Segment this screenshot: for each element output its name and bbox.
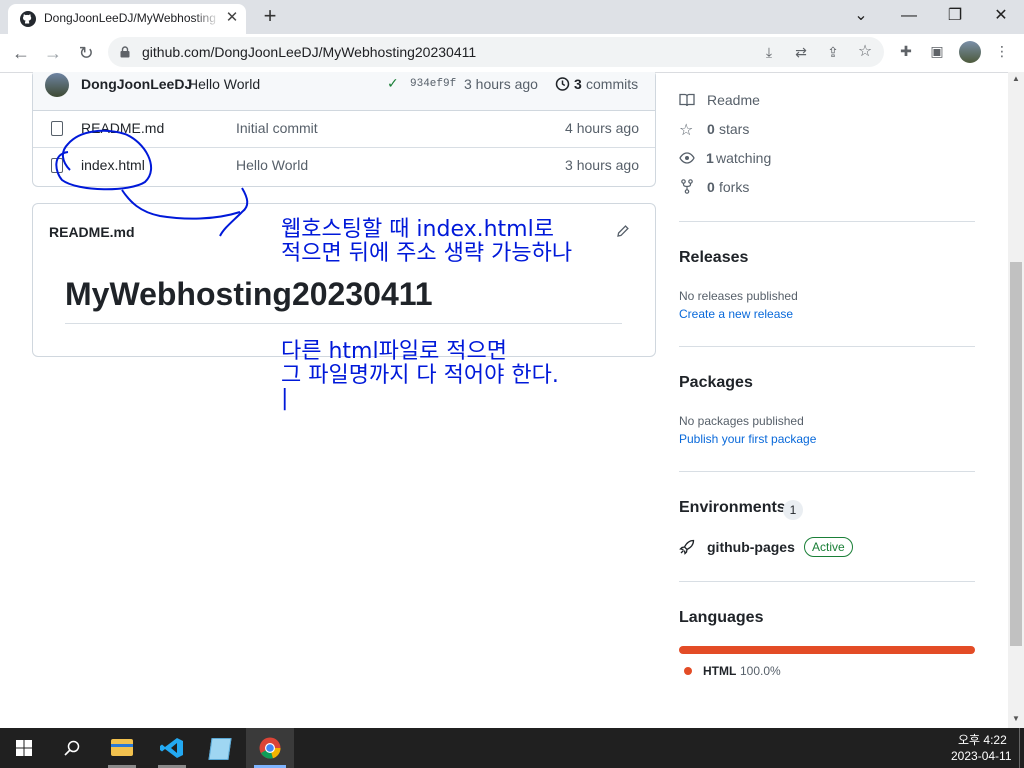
stars-count[interactable]: 0 <box>707 121 715 137</box>
sidebar-divider <box>679 581 975 582</box>
tab-search-icon[interactable]: ⌄ <box>838 2 884 30</box>
notepad-taskbar-icon[interactable] <box>196 728 244 768</box>
language-name[interactable]: HTML <box>703 664 736 678</box>
annotation-line: 그 파일명까지 다 적어야 한다. <box>281 363 559 388</box>
annotation-line: 적으면 뒤에 주소 생략 가능하나 <box>281 241 573 266</box>
language-percent: 100.0% <box>740 664 781 678</box>
file-explorer-taskbar-icon[interactable] <box>98 728 146 768</box>
bookmark-star-icon[interactable]: ☆ <box>854 41 876 63</box>
page-content: DongJoonLeeDJ Hello World ✓ 934ef9f 3 ho… <box>0 72 1008 728</box>
side-panel-icon[interactable]: ▣ <box>926 40 948 62</box>
profile-avatar[interactable] <box>959 41 981 63</box>
back-button[interactable]: ← <box>8 40 34 66</box>
taskbar: 오후 4:22 2023-04-11 <box>0 728 1024 768</box>
environment-name[interactable]: github-pages <box>707 539 795 555</box>
sidebar-divider <box>679 221 975 222</box>
visual-studio-code-taskbar-icon[interactable] <box>148 728 196 768</box>
browser-tab[interactable]: DongJoonLeeDJ/MyWebhosting ✕ <box>8 4 246 34</box>
taskbar-date[interactable]: 2023-04-11 <box>951 749 1012 763</box>
stars-label[interactable]: stars <box>719 121 749 137</box>
close-window-button[interactable]: ✕ <box>978 2 1024 30</box>
new-tab-button[interactable]: + <box>257 5 283 29</box>
scrollbar-thumb[interactable] <box>1010 262 1022 646</box>
vertical-scrollbar[interactable]: ▲ ▼ <box>1008 72 1024 728</box>
language-color-dot <box>684 667 692 675</box>
taskbar-time[interactable]: 오후 4:22 <box>958 731 1007 748</box>
heading-divider <box>65 323 622 324</box>
watching-count[interactable]: 1 <box>706 150 714 166</box>
windows-start-icon[interactable] <box>16 740 32 756</box>
releases-empty-text: No releases published <box>679 289 798 303</box>
address-bar[interactable]: github.com/DongJoonLeeDJ/MyWebhosting202… <box>108 37 884 67</box>
forward-button[interactable]: → <box>40 40 66 66</box>
annotation-line: 다른 html파일로 적으면 <box>281 339 508 364</box>
url-text: github.com/DongJoonLeeDJ/MyWebhosting202… <box>142 44 477 60</box>
annotation-line: 웹호스팅할 때 index.html로 <box>281 217 554 242</box>
text-cursor: | <box>281 386 289 411</box>
show-desktop-button[interactable] <box>1019 728 1024 768</box>
install-app-icon[interactable]: ⤓ <box>758 41 780 63</box>
reload-button[interactable]: ↻ <box>73 40 99 66</box>
sidebar-divider <box>679 471 975 472</box>
watching-label[interactable]: watching <box>716 150 771 166</box>
language-bar <box>679 646 975 654</box>
scroll-down-arrow-icon[interactable]: ▼ <box>1012 714 1020 723</box>
forks-count[interactable]: 0 <box>707 179 715 195</box>
extensions-icon[interactable]: ✚ <box>895 40 917 62</box>
menu-icon[interactable]: ⋮ <box>991 40 1013 62</box>
translate-icon[interactable]: ⇄ <box>790 41 812 63</box>
environment-status-badge: Active <box>804 537 853 557</box>
packages-title[interactable]: Packages <box>679 374 753 392</box>
tab-close-icon[interactable]: ✕ <box>223 9 241 27</box>
browser-toolbar: ← → ↻ github.com/DongJoonLeeDJ/MyWebhost… <box>0 34 1024 73</box>
packages-empty-text: No packages published <box>679 414 804 428</box>
github-icon <box>20 11 36 27</box>
languages-title: Languages <box>679 609 764 626</box>
rocket-icon <box>679 539 695 555</box>
environments-count-badge: 1 <box>783 500 803 520</box>
chrome-taskbar-icon[interactable] <box>246 728 294 768</box>
tab-strip: DongJoonLeeDJ/MyWebhosting ✕ + ⌄ — ❐ ✕ <box>0 0 1024 34</box>
forks-label[interactable]: forks <box>719 179 749 195</box>
environments-title[interactable]: Environments <box>679 499 786 517</box>
minimize-button[interactable]: — <box>886 2 932 30</box>
publish-package-link[interactable]: Publish your first package <box>679 432 816 446</box>
share-icon[interactable]: ⇪ <box>822 41 844 63</box>
search-icon[interactable] <box>64 740 80 756</box>
sidebar-divider <box>679 346 975 347</box>
lock-icon <box>120 46 130 58</box>
restore-button[interactable]: ❐ <box>932 2 978 30</box>
create-release-link[interactable]: Create a new release <box>679 307 793 321</box>
scroll-up-arrow-icon[interactable]: ▲ <box>1012 74 1020 83</box>
readme-link[interactable]: Readme <box>707 92 760 108</box>
readme-heading: MyWebhosting20230411 <box>65 276 433 312</box>
tab-title: DongJoonLeeDJ/MyWebhosting <box>44 11 216 25</box>
